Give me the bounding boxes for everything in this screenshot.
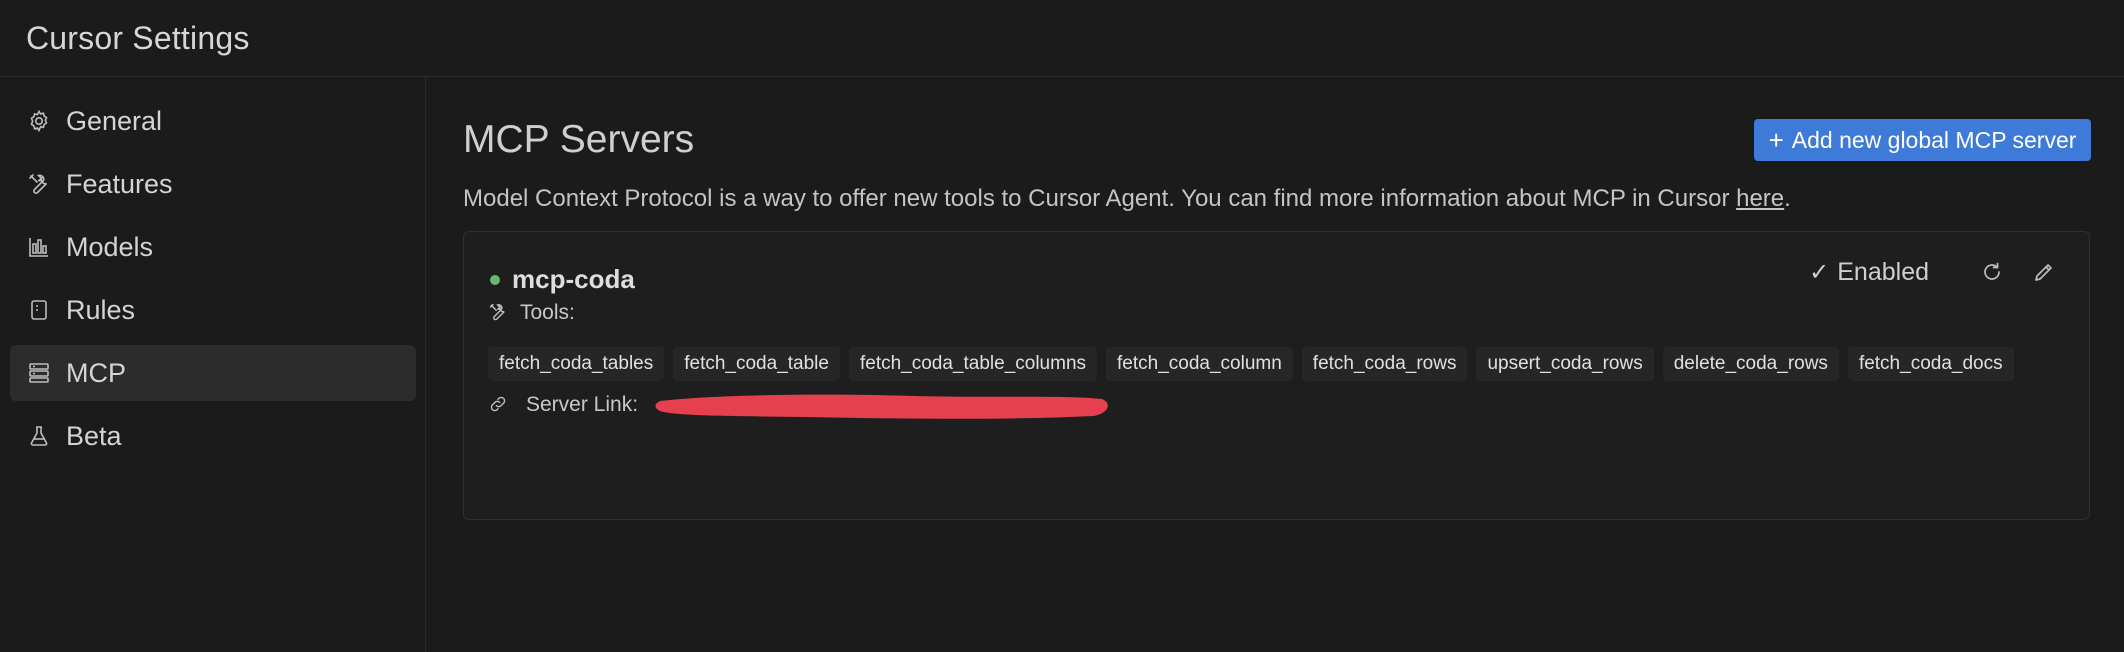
sidebar-item-features[interactable]: Features — [10, 156, 416, 212]
page-title: MCP Servers — [463, 118, 695, 161]
tool-chip-list: fetch_coda_tables fetch_coda_table fetch… — [488, 347, 2014, 381]
mcp-settings-panel: MCP Servers + Add new global MCP server … — [427, 78, 2124, 652]
sidebar-item-general[interactable]: General — [10, 93, 416, 149]
document-icon — [26, 297, 52, 323]
tool-chip: fetch_coda_column — [1106, 347, 1293, 381]
sidebar-item-label: Features — [66, 168, 173, 199]
gear-icon — [26, 108, 52, 134]
description-end: . — [1784, 185, 1791, 212]
tools-header: Tools: — [488, 301, 575, 325]
window-title: Cursor Settings — [26, 19, 250, 56]
server-name: mcp-coda — [512, 264, 635, 294]
tool-chip: upsert_coda_rows — [1476, 347, 1654, 381]
tools-icon — [488, 302, 510, 324]
add-button-label: Add new global MCP server — [1791, 126, 2077, 153]
settings-sidebar: General Features Models Rules MCP Beta — [0, 78, 426, 652]
sidebar-item-label: Rules — [66, 294, 136, 325]
tool-chip: fetch_coda_tables — [488, 347, 665, 381]
tools-label: Tools: — [520, 301, 575, 324]
sidebar-item-label: General — [66, 105, 163, 136]
window-titlebar: Cursor Settings — [0, 0, 2124, 77]
enabled-toggle[interactable]: ✓ Enabled — [1809, 258, 1929, 287]
sidebar-item-mcp[interactable]: MCP — [10, 345, 416, 401]
edit-icon[interactable] — [2029, 257, 2059, 287]
plus-icon: + — [1768, 125, 1784, 155]
tool-chip: delete_coda_rows — [1662, 347, 1839, 381]
sidebar-item-label: Models — [66, 231, 154, 262]
link-icon — [488, 394, 510, 416]
bar-chart-icon — [26, 234, 52, 260]
tool-chip: fetch_coda_docs — [1847, 347, 2014, 381]
description-text: Model Context Protocol is a way to offer… — [463, 185, 1737, 212]
sidebar-item-label: Beta — [66, 420, 122, 451]
sidebar-item-label: MCP — [66, 357, 126, 388]
checkmark-icon: ✓ — [1809, 258, 1830, 286]
flask-icon — [26, 423, 52, 449]
mcp-server-card: mcp-coda ✓ Enabled Tools: fetch_coda_tab… — [463, 231, 2090, 520]
sidebar-item-beta[interactable]: Beta — [10, 408, 416, 464]
server-link-row: Server Link: — [488, 389, 1112, 421]
tool-chip: fetch_coda_rows — [1301, 347, 1468, 381]
refresh-icon[interactable] — [1977, 257, 2007, 287]
tool-chip: fetch_coda_table — [673, 347, 840, 381]
sidebar-item-rules[interactable]: Rules — [10, 282, 416, 338]
sidebar-item-models[interactable]: Models — [10, 219, 416, 275]
server-link-label: Server Link: — [526, 393, 639, 416]
server-icon — [26, 360, 52, 386]
tools-icon — [26, 171, 52, 197]
mcp-description: Model Context Protocol is a way to offer… — [463, 185, 1791, 213]
redacted-server-link — [654, 389, 1112, 421]
server-header: mcp-coda — [490, 264, 635, 295]
server-actions: ✓ Enabled — [1809, 257, 2059, 287]
enabled-label: Enabled — [1837, 257, 1929, 286]
add-global-mcp-server-button[interactable]: + Add new global MCP server — [1754, 119, 2091, 161]
tool-chip: fetch_coda_table_columns — [848, 347, 1098, 381]
description-here-link[interactable]: here — [1736, 185, 1784, 212]
status-dot-icon — [490, 274, 500, 285]
